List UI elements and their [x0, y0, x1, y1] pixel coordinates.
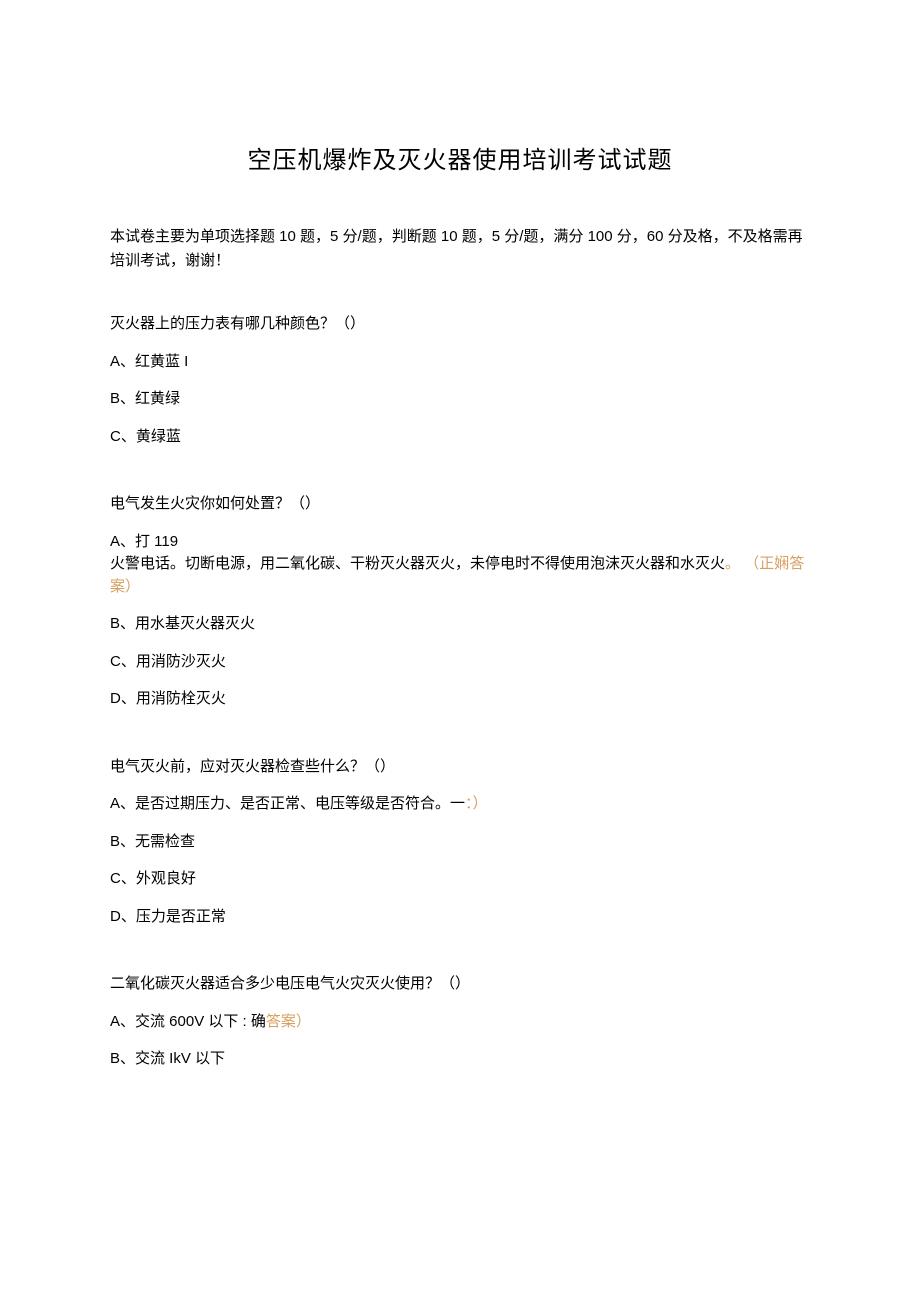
q3-option-b: B、无需检查	[110, 831, 810, 854]
q3-a-answer-mark: ：）	[465, 795, 488, 812]
q2-option-b: B、用水基灭火器灭火	[110, 613, 810, 636]
q4-a-answer-mark: 答案）	[266, 1013, 311, 1030]
question-2: 电气发生火灾你如何处置？（）	[110, 493, 810, 516]
q4-option-b: B、交流 IkV 以下	[110, 1048, 810, 1071]
question-3: 电气灭火前，应对灭火器检查些什么？（）	[110, 756, 810, 779]
q2-option-a: A、打 119 火警电话。切断电源，用二氧化碳、干粉灭火器灭火，未停电时不得使用…	[110, 531, 810, 599]
q3-option-c: C、外观良好	[110, 868, 810, 891]
q3-a-text: A、是否过期压力、是否正常、电压等级是否符合。一	[110, 795, 465, 812]
q3-option-a: A、是否过期压力、是否正常、电压等级是否符合。一：）	[110, 793, 810, 816]
q4-option-a: A、交流 600V 以下 : 确答案）	[110, 1011, 810, 1034]
q2-option-d: D、用消防栓灭火	[110, 688, 810, 711]
q2-a-prefix: A、打 119	[110, 533, 178, 550]
q1-option-c: C、黄绿蓝	[110, 426, 810, 449]
q1-option-a: A、红黄蓝 I	[110, 351, 810, 374]
question-4: 二氧化碳灭火器适合多少电压电气火灾灭火使用？（）	[110, 973, 810, 996]
q2-a-body: 火警电话。切断电源，用二氧化碳、干粉灭火器灭火，未停电时不得使用泡沫灭火器和水灭…	[110, 555, 725, 572]
question-1: 灭火器上的压力表有哪几种颜色？（）	[110, 313, 810, 336]
exam-intro: 本试卷主要为单项选择题 10 题，5 分/题，判断题 10 题，5 分/题，满分…	[110, 225, 810, 273]
q1-option-b: B、红黄绿	[110, 388, 810, 411]
q4-a-text: A、交流 600V 以下 : 确	[110, 1013, 266, 1030]
q2-option-c: C、用消防沙灭火	[110, 651, 810, 674]
q3-option-d: D、压力是否正常	[110, 906, 810, 929]
exam-title: 空压机爆炸及灭火器使用培训考试试题	[110, 140, 810, 175]
q2-a-dot: 。	[725, 555, 740, 572]
